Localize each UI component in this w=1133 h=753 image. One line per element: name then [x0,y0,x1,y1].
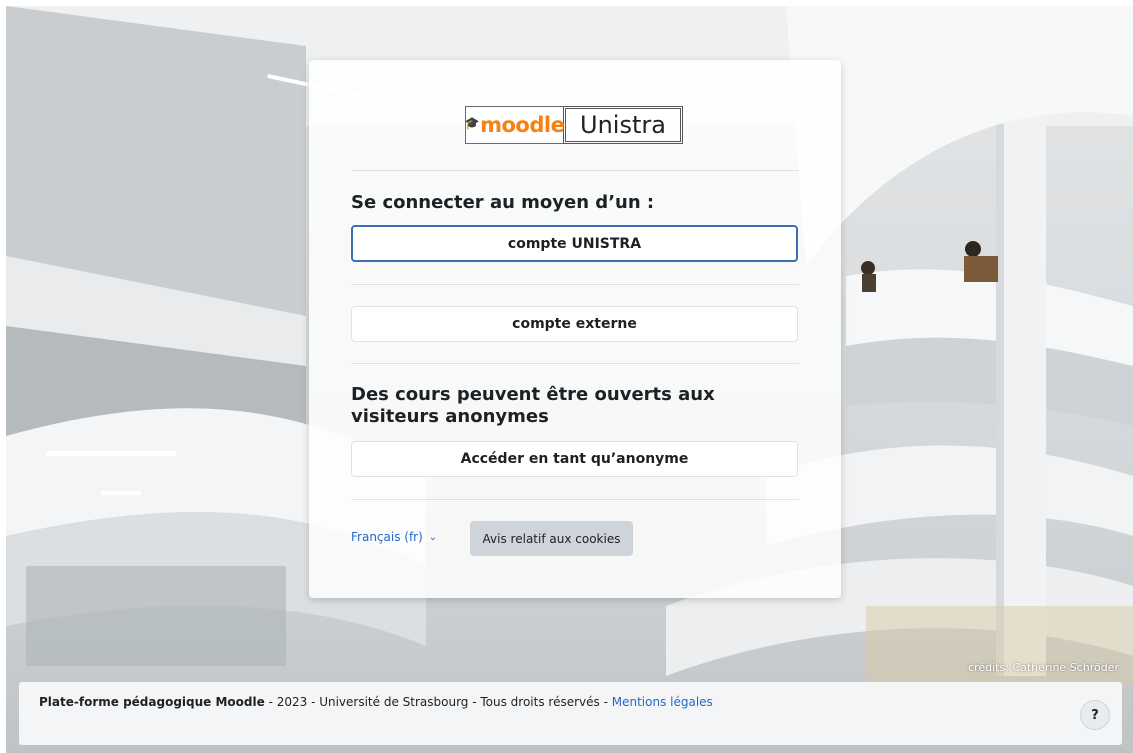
footer-platform-name: Plate-forme pédagogique Moodle [39,695,265,709]
site-logo: 🎓 moodle Unistra [465,106,683,144]
divider [351,170,799,171]
external-account-button[interactable]: compte externe [351,306,798,342]
unistra-logo: Unistra [563,106,683,144]
anonymous-heading: Des cours peuvent être ouverts aux visit… [351,384,715,427]
moodle-logo-text: moodle [480,113,565,137]
photo-credit: crédits: Catherine Schröder [968,661,1119,674]
language-label: Français (fr) [351,530,423,544]
moodle-logo: 🎓 moodle [464,106,565,144]
chevron-down-icon: ⌄ [428,531,438,543]
unistra-account-button[interactable]: compte UNISTRA [351,225,798,262]
connect-heading: Se connecter au moyen d’un : [351,192,655,213]
login-card: 🎓 moodle Unistra Se connecter au moyen d… [309,60,841,598]
graduation-cap-icon: 🎓 [464,116,480,130]
footer-text: Plate-forme pédagogique Moodle - 2023 - … [39,695,713,709]
divider [351,499,799,500]
language-selector[interactable]: Français (fr) ⌄ [351,530,437,544]
footer-copyright: - 2023 - Université de Strasbourg - Tous… [264,695,612,709]
page-footer: Plate-forme pédagogique Moodle - 2023 - … [19,682,1122,745]
help-button[interactable]: ? [1080,700,1110,730]
anonymous-access-button[interactable]: Accéder en tant qu’anonyme [351,441,798,477]
legal-notice-link[interactable]: Mentions légales [612,695,713,709]
cookies-notice-button[interactable]: Avis relatif aux cookies [470,521,633,556]
divider [351,284,799,285]
divider [351,363,799,364]
